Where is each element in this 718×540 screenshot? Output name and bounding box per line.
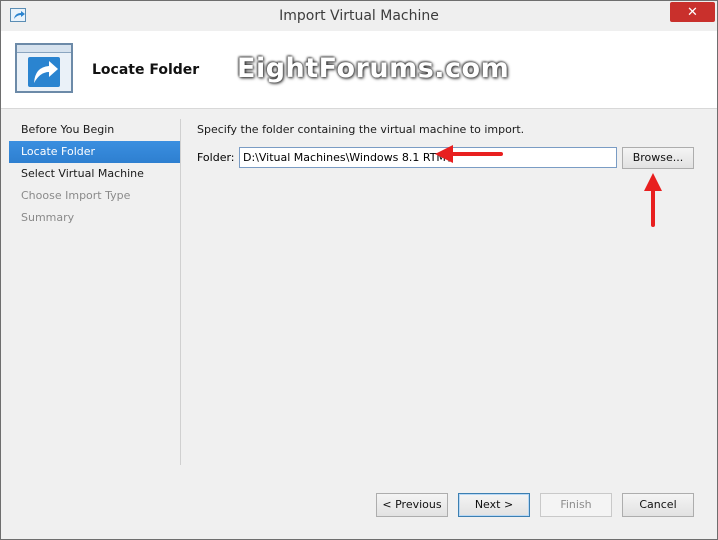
previous-button[interactable]: < Previous: [376, 493, 448, 517]
next-button[interactable]: Next >: [458, 493, 530, 517]
title-bar: Import Virtual Machine ✕: [1, 1, 717, 31]
folder-path-input[interactable]: D:\Vitual Machines\Windows 8.1 RTM\: [239, 147, 617, 168]
import-virtual-machine-window: Import Virtual Machine ✕ Locate Folder E…: [0, 0, 718, 540]
finish-button: Finish: [540, 493, 612, 517]
nav-item-select-virtual-machine[interactable]: Select Virtual Machine: [9, 163, 180, 185]
import-arrow-icon: [15, 43, 73, 93]
annotation-arrow-left-icon: [435, 145, 503, 163]
cancel-button[interactable]: Cancel: [622, 493, 694, 517]
watermark: EightForums.com: [237, 53, 510, 84]
browse-button-label: Browse...: [632, 151, 684, 164]
wizard-footer: < Previous Next > Finish Cancel: [1, 481, 717, 539]
annotation-arrow-up-icon: [644, 173, 662, 227]
nav-item-before-you-begin[interactable]: Before You Begin: [9, 119, 180, 141]
close-button[interactable]: ✕: [670, 2, 715, 22]
instruction-text: Specify the folder containing the virtua…: [197, 123, 525, 136]
folder-label: Folder:: [197, 151, 235, 164]
window-title: Import Virtual Machine: [279, 8, 439, 24]
nav-item-locate-folder[interactable]: Locate Folder: [9, 141, 180, 163]
wizard-steps-nav: Before You Begin Locate Folder Select Vi…: [9, 119, 181, 465]
browse-button[interactable]: Browse...: [622, 147, 694, 169]
nav-item-summary: Summary: [21, 211, 75, 224]
nav-item-choose-import-type: Choose Import Type: [21, 189, 131, 202]
page-title: Locate Folder: [92, 62, 200, 78]
wizard-header: Locate Folder EightForums.com: [1, 31, 717, 109]
